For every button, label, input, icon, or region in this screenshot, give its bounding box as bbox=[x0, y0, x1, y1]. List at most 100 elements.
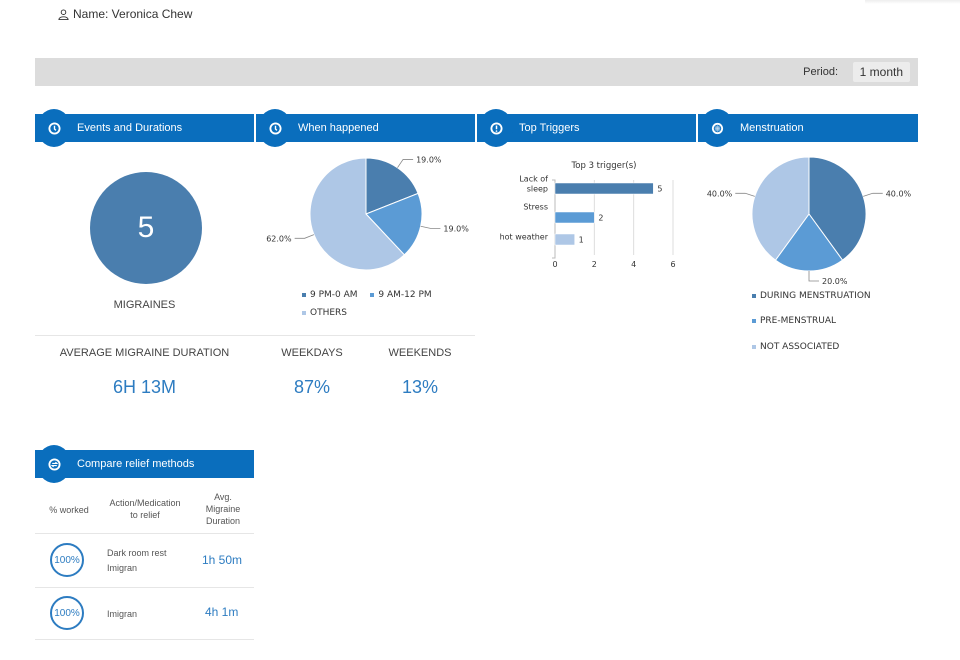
col-header-action-line: Action/Medication bbox=[109, 498, 181, 508]
alert-icon bbox=[489, 121, 503, 135]
worked-value: 100% bbox=[54, 607, 80, 619]
panel-title-events: Events and Durations bbox=[77, 122, 183, 134]
pie-data-label: 40.0% bbox=[886, 189, 912, 198]
y-tick-label: hot weather bbox=[500, 233, 549, 242]
y-tick-label: sleep bbox=[527, 185, 548, 194]
panel-title-relief: Compare relief methods bbox=[77, 458, 195, 470]
when-pie-chart: 19.0% 19.0% 62.0% bbox=[266, 155, 469, 271]
pie-data-label: 40.0% bbox=[707, 189, 733, 198]
bar bbox=[554, 211, 595, 224]
legend-label: PRE-MENSTRUAL bbox=[760, 316, 837, 326]
legend-label: DURING MENSTRUATION bbox=[760, 291, 871, 301]
pie-data-label: 19.0% bbox=[443, 224, 469, 233]
pie-label-connector bbox=[735, 192, 755, 197]
bar bbox=[554, 233, 575, 246]
menstruation-legend-item-1: DURING MENSTRUATION bbox=[752, 291, 871, 301]
legend-swatch bbox=[752, 318, 756, 323]
panel-title-triggers: Top Triggers bbox=[519, 122, 580, 134]
relief-action: Imigran bbox=[107, 607, 137, 622]
menstruation-legend-item-3: NOT ASSOCIATED bbox=[752, 342, 839, 352]
bar-value-label: 5 bbox=[657, 185, 662, 194]
migraine-count: 5 bbox=[137, 211, 155, 244]
pie-label-connector bbox=[808, 271, 819, 282]
panel-header-triggers: Top Triggers bbox=[477, 109, 696, 147]
triggers-bar-chart: Top 3 trigger(s) 0 2 4 6 5 Lack ofsleep 2 Stress… bbox=[500, 161, 676, 269]
relief-action-line: Imigran bbox=[107, 609, 138, 619]
col-header-action: Action/Medication to relief bbox=[100, 497, 190, 521]
weekdays-label: WEEKDAYS bbox=[281, 347, 343, 359]
panel-header-menstruation: Menstruation bbox=[698, 109, 918, 147]
user-icon bbox=[58, 8, 69, 20]
divider bbox=[35, 639, 254, 640]
y-axis bbox=[552, 179, 556, 259]
badge bbox=[37, 109, 71, 147]
panel-header-relief: Compare relief methods bbox=[35, 445, 254, 483]
when-legend-2: OTHERS bbox=[302, 308, 347, 318]
y-tick-label: Stress bbox=[523, 203, 548, 212]
panel-title-when: When happened bbox=[298, 122, 379, 134]
pie-label-connector bbox=[863, 192, 883, 197]
relief-action: Dark room rest Imigran bbox=[107, 546, 167, 576]
x-tick-label: 6 bbox=[670, 260, 675, 269]
y-tick-label: Lack of bbox=[519, 175, 548, 184]
period-label: Period: bbox=[803, 66, 838, 78]
x-tick-label: 0 bbox=[552, 260, 557, 269]
legend-swatch bbox=[370, 292, 375, 297]
period-select[interactable]: 1 month bbox=[852, 62, 910, 82]
panel-header-when: When happened bbox=[256, 109, 475, 147]
bar-value-label: 2 bbox=[598, 214, 603, 223]
legend-label: 9 PM-0 AM bbox=[310, 290, 358, 300]
pie-data-label: 19.0% bbox=[416, 155, 442, 164]
menstruation-pie-chart: 40.0% 20.0% 40.0% bbox=[707, 156, 912, 286]
when-legend: 9 PM-0 AM 9 AM-12 PM bbox=[302, 290, 432, 300]
col-header-duration: Avg. Migraine Duration bbox=[196, 491, 250, 527]
patient-name: Name: Veronica Chew bbox=[58, 7, 192, 21]
pie-label-connector bbox=[294, 234, 315, 239]
legend-item: 9 PM-0 AM bbox=[302, 290, 358, 300]
menstruation-legend-item-2: PRE-MENSTRUAL bbox=[752, 316, 836, 326]
pie-data-label: 20.0% bbox=[822, 277, 848, 286]
pie-label-connector bbox=[397, 159, 414, 168]
legend-swatch bbox=[752, 344, 756, 349]
top-shadow bbox=[865, 0, 960, 4]
weekends-label: WEEKENDS bbox=[388, 347, 452, 359]
divider bbox=[35, 587, 254, 588]
avg-duration-value: 6H 13M bbox=[112, 377, 177, 397]
legend-item: OTHERS bbox=[302, 308, 347, 318]
worked-ring: 100% bbox=[50, 596, 84, 630]
calendar-icon bbox=[711, 122, 723, 134]
bar-value-label: 1 bbox=[579, 236, 584, 245]
col-header-duration-line: Avg. bbox=[214, 492, 232, 502]
col-header-duration-line: Duration bbox=[205, 516, 241, 526]
worked-ring: 100% bbox=[50, 543, 84, 577]
col-header-worked: % worked bbox=[49, 505, 89, 515]
weekdays-value: 87% bbox=[293, 377, 331, 397]
legend-swatch bbox=[302, 310, 306, 315]
clock-icon bbox=[47, 121, 61, 135]
divider bbox=[35, 533, 254, 534]
x-tick-label: 2 bbox=[592, 260, 597, 269]
relief-duration: 1h 50m bbox=[202, 553, 243, 567]
period-bar: Period: 1 month bbox=[35, 58, 918, 86]
divider bbox=[35, 335, 475, 336]
relief-action-line: Imigran bbox=[107, 563, 138, 573]
bar bbox=[554, 182, 654, 195]
panel-title-menstruation: Menstruation bbox=[740, 122, 804, 134]
col-header-duration-line: Migraine bbox=[205, 504, 241, 514]
relief-action-line: Dark room rest bbox=[107, 548, 167, 558]
relief-duration: 4h 1m bbox=[205, 605, 239, 619]
legend-item: 9 AM-12 PM bbox=[370, 290, 432, 300]
badge bbox=[37, 445, 71, 483]
legend-swatch bbox=[302, 292, 306, 297]
weekends-value: 13% bbox=[401, 377, 439, 397]
patient-name-text: Name: Veronica Chew bbox=[73, 7, 193, 21]
pie-label-connector bbox=[420, 225, 441, 229]
worked-value: 100% bbox=[54, 554, 80, 566]
x-tick-label: 4 bbox=[631, 260, 636, 269]
legend-label: OTHERS bbox=[310, 308, 348, 318]
col-header-action-line: to relief bbox=[130, 510, 160, 520]
legend-label: NOT ASSOCIATED bbox=[760, 342, 840, 352]
avg-duration-label: AVERAGE MIGRAINE DURATION bbox=[59, 347, 230, 359]
clock-icon bbox=[268, 121, 282, 135]
legend-label: 9 AM-12 PM bbox=[378, 290, 432, 300]
